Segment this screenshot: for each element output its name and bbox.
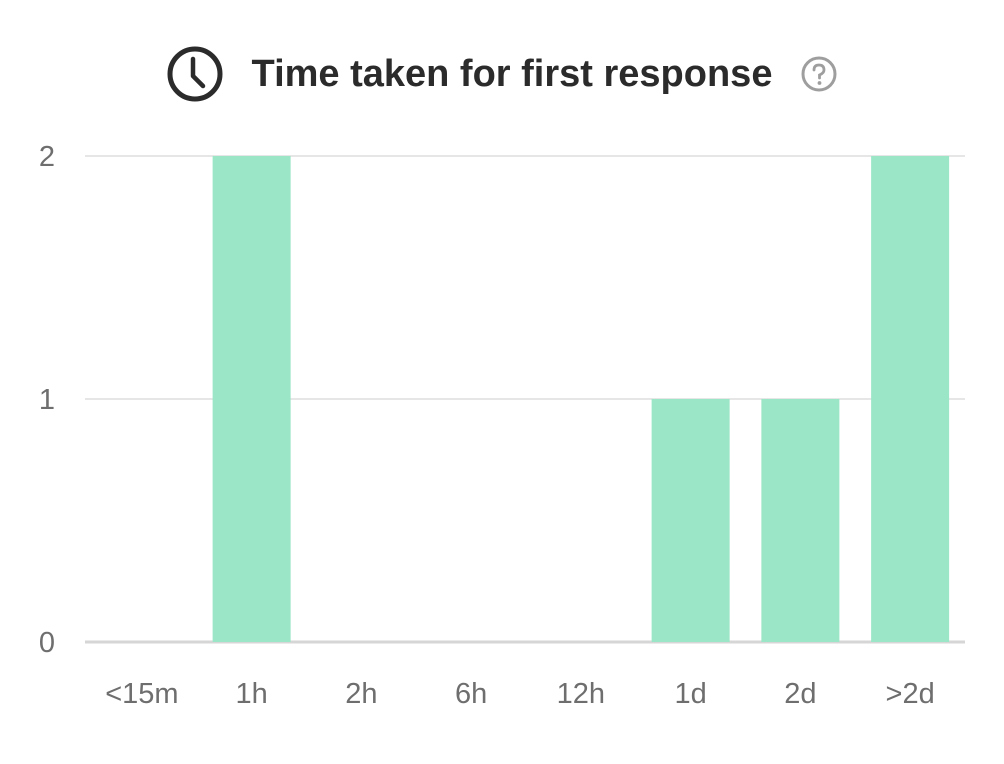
x-tick-label: 1h bbox=[235, 678, 267, 710]
x-tick-label: 12h bbox=[557, 678, 605, 710]
x-tick-label: >2d bbox=[886, 678, 935, 710]
x-tick-label: 2h bbox=[345, 678, 377, 710]
x-tick-label: 1d bbox=[674, 678, 706, 710]
x-tick-label: <15m bbox=[105, 678, 178, 710]
bar-1h[interactable] bbox=[212, 156, 291, 642]
y-tick-label: 1 bbox=[39, 384, 55, 416]
x-axis-ticks: <15m 1h 2h 6h 12h 1d 2d >2d bbox=[105, 678, 935, 710]
x-tick-label: 6h bbox=[455, 678, 487, 710]
bar-chart: 0 1 2 <15m 1h 2h 6h 12h 1d 2d >2d bbox=[39, 141, 965, 710]
bar-2d[interactable] bbox=[871, 156, 950, 642]
x-tick-label: 2d bbox=[784, 678, 816, 710]
bar-2d[interactable] bbox=[761, 399, 840, 642]
bar-1d[interactable] bbox=[651, 399, 730, 642]
y-tick-label: 0 bbox=[39, 627, 55, 659]
y-tick-label: 2 bbox=[39, 141, 55, 173]
y-axis-ticks: 0 1 2 bbox=[39, 141, 55, 659]
